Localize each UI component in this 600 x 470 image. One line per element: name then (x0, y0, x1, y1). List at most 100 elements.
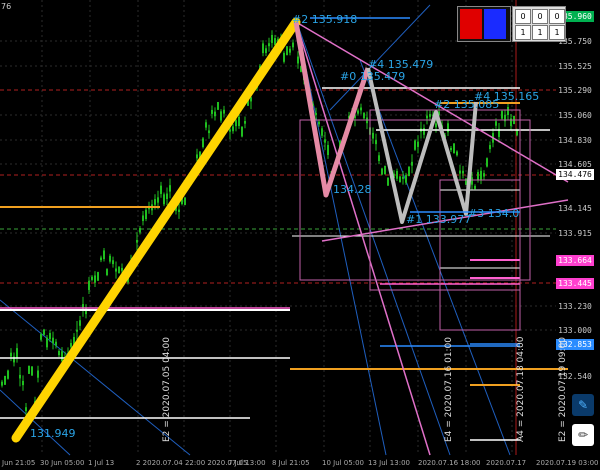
candle-body (76, 329, 78, 332)
point-label: #3 134.0 (468, 207, 520, 220)
candle-body (327, 145, 329, 155)
candle-body (40, 334, 42, 340)
price-label: 133.915 (556, 228, 594, 239)
candle-body (82, 304, 84, 310)
candle-body (112, 260, 114, 265)
candle-body (387, 177, 389, 186)
candle-body (115, 268, 117, 272)
candle-body (166, 193, 168, 200)
candle-body (178, 209, 180, 212)
value-cell[interactable]: 0 (515, 9, 531, 24)
candle-body (402, 176, 404, 179)
price-label: 133.664 (556, 255, 594, 266)
color-panel[interactable] (457, 6, 511, 42)
candle-body (381, 168, 383, 175)
candle-body (145, 209, 147, 219)
blue-swatch[interactable] (484, 9, 506, 39)
candle-body (486, 158, 488, 167)
candle-body (321, 128, 323, 136)
candle-body (315, 112, 317, 116)
red-swatch[interactable] (460, 9, 482, 39)
candle-body (375, 140, 377, 145)
candle-body (399, 176, 401, 183)
candle-body (417, 141, 419, 147)
value-cell[interactable]: 0 (532, 9, 548, 24)
candle-body (169, 185, 171, 192)
symbol-fragment: 76 (1, 2, 12, 11)
value-cell[interactable]: 1 (549, 25, 565, 40)
candle-body (196, 154, 198, 159)
value-cell[interactable]: 1 (532, 25, 548, 40)
candle-body (408, 166, 410, 177)
value-panel[interactable]: 000111 (512, 6, 566, 42)
candle-body (238, 116, 240, 127)
candle-body (211, 109, 213, 114)
candle-body (459, 170, 461, 174)
time-axis-label: 8 Jul 21:05 (272, 459, 310, 467)
candle-body (286, 46, 288, 56)
candle-body (1, 381, 3, 386)
candle-body (447, 123, 449, 133)
candle-body (405, 175, 407, 183)
edit-icon[interactable]: ✏ (572, 424, 594, 446)
time-axis-label: Jun 21:05 (2, 459, 36, 467)
candle-body (106, 269, 108, 276)
candle-body (49, 333, 51, 339)
time-axis-label: 7 Jul 13:00 (228, 459, 266, 467)
price-chart[interactable] (0, 0, 600, 470)
candle-body (414, 140, 416, 150)
candle-body (235, 120, 237, 127)
candle-body (372, 132, 374, 139)
value-cell[interactable]: 0 (549, 9, 565, 24)
candle-body (202, 138, 204, 148)
point-label: #2 135.918 (292, 13, 358, 26)
price-label: 135.525 (556, 61, 594, 72)
candle-body (43, 329, 45, 335)
candle-body (283, 52, 285, 62)
candle-body (297, 56, 299, 64)
time-axis-label: 2020.07.19 03:00 (536, 459, 599, 467)
candle-body (318, 121, 320, 125)
candle-body (483, 173, 485, 177)
point-label: #1 133.977 (406, 213, 472, 226)
candle-body (274, 38, 276, 45)
candle-body (378, 155, 380, 161)
candle-body (480, 170, 482, 181)
candle-body (10, 352, 12, 357)
candle-body (229, 129, 231, 132)
candle-body (136, 239, 138, 243)
candle-body (61, 351, 63, 362)
candle-body (214, 111, 216, 117)
candle-body (426, 115, 428, 119)
candle-body (384, 165, 386, 175)
candle-body (7, 370, 9, 379)
time-axis-label: 13 Jul 13:00 (368, 459, 410, 467)
candle-body (429, 114, 431, 117)
candle-body (70, 343, 72, 347)
candle-body (411, 161, 413, 166)
candle-body (55, 341, 57, 346)
candle-body (450, 147, 452, 151)
candle-body (360, 107, 362, 111)
time-axis-label: 1 Jul 13 (88, 459, 115, 467)
price-label: 135.060 (556, 110, 594, 121)
candle-body (244, 121, 246, 124)
candle-body (16, 348, 18, 358)
candle-body (46, 337, 48, 348)
candle-body (37, 370, 39, 378)
candle-body (4, 375, 6, 385)
candle-body (396, 170, 398, 179)
value-cell[interactable]: 1 (515, 25, 531, 40)
candle-body (324, 139, 326, 143)
candle-body (217, 101, 219, 110)
tool-icon[interactable]: ✎ (572, 394, 594, 416)
candle-body (118, 266, 120, 274)
candle-body (205, 122, 207, 128)
candle-body (357, 110, 359, 114)
candle-body (435, 123, 437, 128)
candle-body (58, 350, 60, 356)
point-label: #0 135.479 (340, 70, 406, 83)
candle-body (97, 272, 99, 281)
candle-body (220, 111, 222, 121)
candle-body (19, 374, 21, 379)
